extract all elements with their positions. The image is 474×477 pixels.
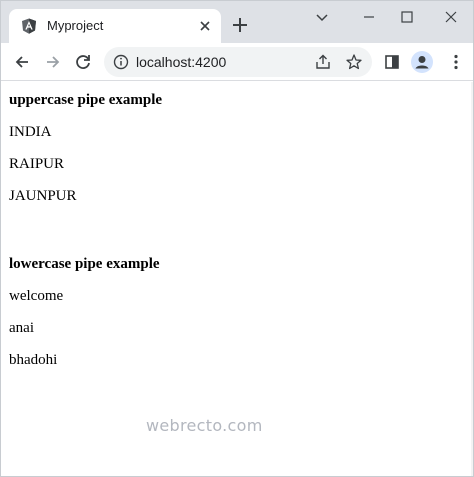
close-icon[interactable] <box>197 18 213 34</box>
browser-toolbar: localhost:4200 <box>1 43 473 81</box>
lowercase-item: welcome <box>9 288 64 304</box>
browser-window: Myproject localhost:4200 uppercase pipe … <box>0 0 474 477</box>
kebab-menu-icon[interactable] <box>446 52 466 72</box>
uppercase-heading: uppercase pipe example <box>9 92 163 108</box>
profile-silhouette-icon <box>415 56 429 69</box>
minimize-icon[interactable] <box>359 7 379 27</box>
lowercase-heading: lowercase pipe example <box>9 256 160 272</box>
maximize-icon[interactable] <box>397 7 417 27</box>
profile-icon[interactable] <box>411 51 433 73</box>
tab-strip: Myproject <box>1 1 473 43</box>
lowercase-item: anai <box>9 320 34 336</box>
info-icon[interactable] <box>112 53 130 71</box>
angular-logo-icon <box>22 18 36 34</box>
reload-icon[interactable] <box>73 52 93 72</box>
address-bar[interactable]: localhost:4200 <box>104 47 372 77</box>
close-icon[interactable] <box>441 7 461 27</box>
page-content: uppercase pipe example INDIA RAIPUR JAUN… <box>1 82 473 476</box>
forward-icon[interactable] <box>43 52 63 72</box>
share-icon[interactable] <box>314 53 332 71</box>
watermark: webrecto.com <box>146 416 263 435</box>
back-icon[interactable] <box>12 52 32 72</box>
scrollbar[interactable] <box>471 82 473 476</box>
uppercase-item: INDIA <box>9 124 52 140</box>
uppercase-item: JAUNPUR <box>9 188 77 204</box>
star-icon[interactable] <box>345 53 363 71</box>
plus-icon[interactable] <box>230 15 250 35</box>
chevron-down-icon[interactable] <box>312 7 332 27</box>
uppercase-item: RAIPUR <box>9 156 65 172</box>
tab-myproject[interactable]: Myproject <box>9 9 221 43</box>
url-text: localhost:4200 <box>136 54 227 70</box>
tab-title: Myproject <box>47 18 104 33</box>
sidepanel-icon[interactable] <box>382 52 402 72</box>
lowercase-item: bhadohi <box>9 352 58 368</box>
